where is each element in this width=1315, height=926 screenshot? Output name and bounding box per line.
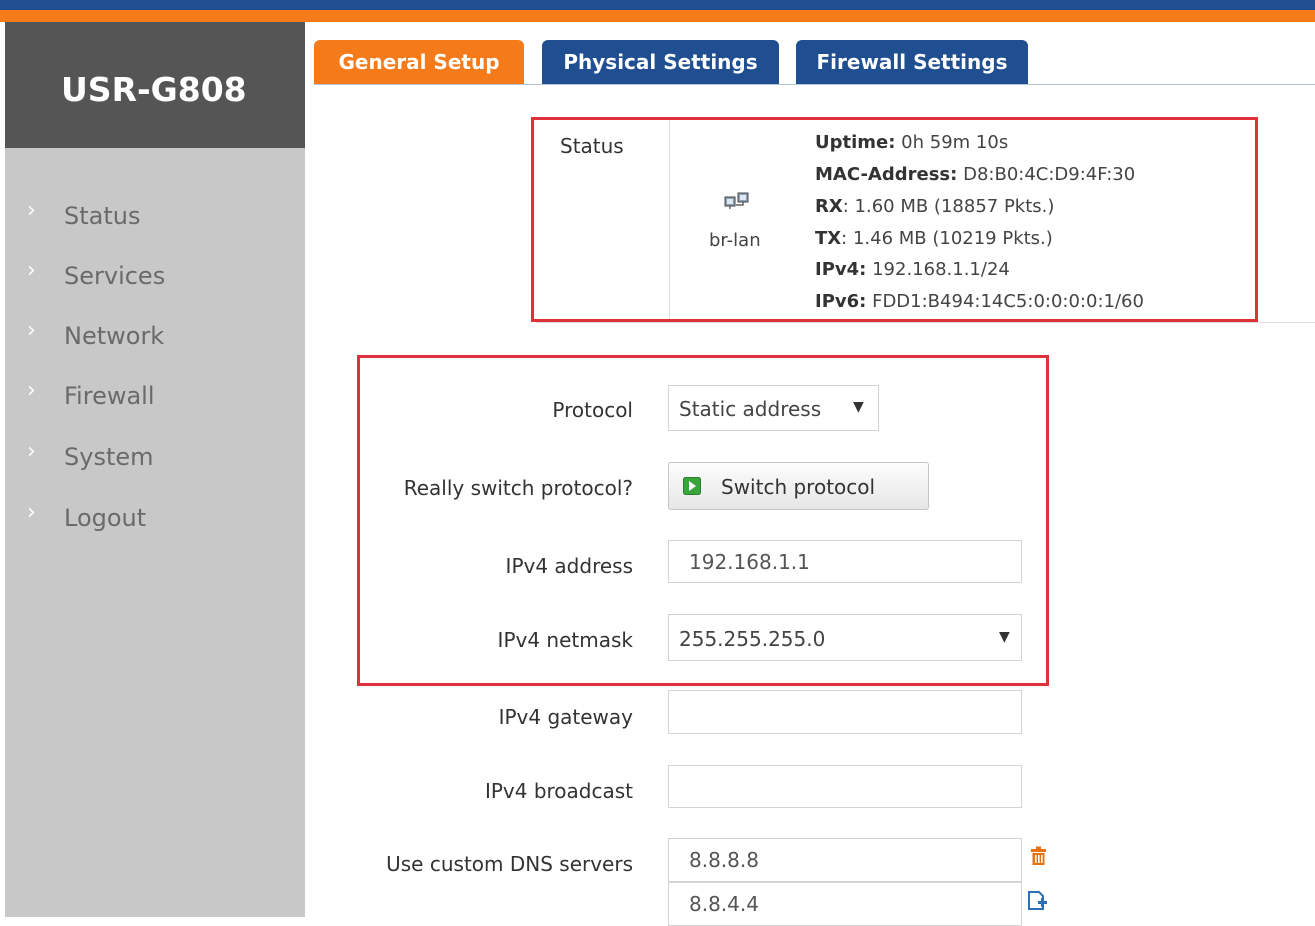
sidebar-item-network[interactable]: › Network (5, 308, 305, 358)
switch-protocol-button[interactable]: Switch protocol (668, 462, 929, 510)
sidebar-item-label: Logout (64, 504, 147, 532)
sidebar-item-label: Status (64, 202, 141, 230)
sidebar-item-logout[interactable]: › Logout (5, 490, 305, 540)
add-icon[interactable] (1026, 890, 1048, 912)
ipv4-address-input[interactable] (668, 540, 1022, 583)
ipv4-netmask-select-value: 255.255.255.0 (679, 627, 826, 651)
protocol-select[interactable]: Static address ▼ (668, 385, 879, 431)
switch-protocol-button-label: Switch protocol (721, 475, 876, 499)
chevron-right-icon: › (27, 378, 36, 403)
sidebar-item-label: Firewall (64, 382, 155, 410)
tab-general-setup[interactable]: General Setup (314, 40, 524, 84)
top-bar-orange (0, 10, 1315, 22)
delete-icon[interactable] (1030, 846, 1047, 866)
top-bar-blue (0, 0, 1315, 10)
brand-header: USR-G808 (5, 22, 305, 148)
ipv4-netmask-select[interactable]: 255.255.255.0 ▼ (668, 614, 1022, 661)
protocol-select-value: Static address (679, 397, 822, 421)
protocol-label: Protocol (552, 398, 633, 422)
sidebar-item-firewall[interactable]: › Firewall (5, 368, 305, 418)
dropdown-arrow-icon: ▼ (999, 629, 1010, 645)
play-icon (683, 477, 701, 495)
chevron-right-icon: › (27, 439, 36, 464)
brand-title: USR-G808 (61, 70, 247, 109)
dns-server-input[interactable] (668, 882, 1022, 926)
dns-server-input[interactable] (668, 838, 1022, 882)
sidebar: USR-G808 › Status › Services › Network ›… (5, 22, 305, 917)
chevron-right-icon: › (27, 500, 36, 525)
sidebar-item-label: Services (64, 262, 166, 290)
sidebar-item-status[interactable]: › Status (5, 188, 305, 238)
ipv4-broadcast-label: IPv4 broadcast (484, 779, 633, 803)
switch-protocol-label: Really switch protocol? (403, 476, 633, 500)
tab-firewall-settings[interactable]: Firewall Settings (796, 40, 1028, 84)
sidebar-item-label: System (64, 443, 154, 471)
ipv4-address-label: IPv4 address (505, 554, 633, 578)
dns-servers-label: Use custom DNS servers (386, 852, 633, 876)
sidebar-item-system[interactable]: › System (5, 429, 305, 479)
chevron-right-icon: › (27, 258, 36, 283)
ipv4-gateway-input[interactable] (668, 690, 1022, 734)
sidebar-item-label: Network (64, 322, 165, 350)
ipv4-gateway-label: IPv4 gateway (498, 705, 633, 729)
tab-underline (314, 84, 1315, 85)
ipv4-netmask-label: IPv4 netmask (497, 628, 633, 652)
chevron-right-icon: › (27, 318, 36, 343)
dropdown-arrow-icon: ▼ (853, 399, 864, 415)
sidebar-item-services[interactable]: › Services (5, 248, 305, 298)
chevron-right-icon: › (27, 198, 36, 223)
ipv4-broadcast-input[interactable] (668, 765, 1022, 808)
highlight-box-status (531, 117, 1258, 322)
tab-physical-settings[interactable]: Physical Settings (542, 40, 779, 84)
